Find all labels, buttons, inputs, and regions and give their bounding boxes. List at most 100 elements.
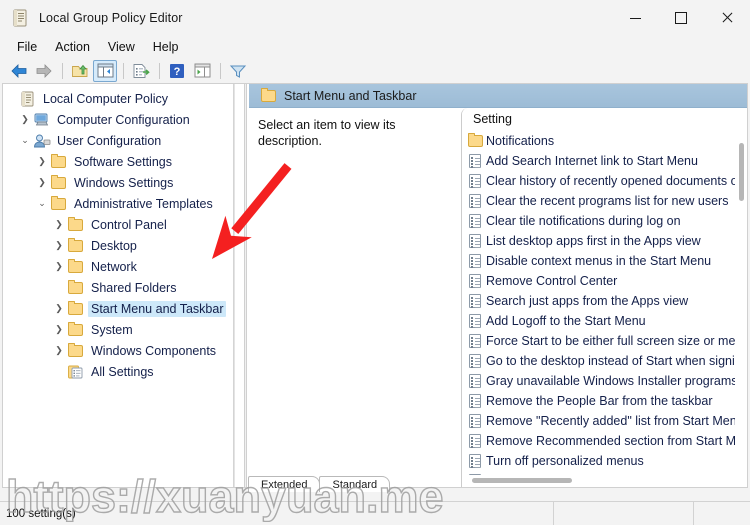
list-item-label: Remove Control Center bbox=[486, 274, 617, 288]
chevron-right-icon[interactable]: ❯ bbox=[51, 301, 67, 317]
policy-setting-icon bbox=[467, 453, 486, 469]
settings-list[interactable]: Notifications Add Search Internet link t… bbox=[462, 131, 736, 475]
settings-vertical-scrollbar[interactable] bbox=[735, 131, 748, 475]
policy-setting-icon bbox=[467, 313, 486, 329]
back-arrow-icon bbox=[10, 63, 28, 79]
help-button[interactable]: ? bbox=[165, 60, 189, 82]
list-item[interactable]: Force Start to be either full screen siz… bbox=[462, 331, 736, 351]
policy-document-icon bbox=[19, 91, 37, 107]
tree-item-software-settings[interactable]: ❯ Software Settings bbox=[3, 151, 233, 172]
list-item[interactable]: Remove the People Bar from the taskbar bbox=[462, 391, 736, 411]
list-item-label: Add Search Internet link to Start Menu bbox=[486, 154, 698, 168]
list-item[interactable]: Add Logoff to the Start Menu bbox=[462, 311, 736, 331]
chevron-right-icon[interactable]: ❯ bbox=[17, 112, 33, 128]
back-button[interactable] bbox=[7, 60, 31, 82]
list-item[interactable]: Notifications bbox=[462, 131, 736, 151]
list-item[interactable]: Clear the recent programs list for new u… bbox=[462, 191, 736, 211]
action-pane-icon bbox=[194, 63, 211, 78]
chevron-down-icon[interactable]: ⌄ bbox=[34, 196, 50, 212]
menu-item-help[interactable]: Help bbox=[144, 38, 188, 56]
tree-item-network[interactable]: ❯ Network bbox=[3, 256, 233, 277]
tree-item-windows-components[interactable]: ❯ Windows Components bbox=[3, 340, 233, 361]
list-item-label: Search just apps from the Apps view bbox=[486, 294, 688, 308]
show-action-pane-button[interactable] bbox=[190, 60, 214, 82]
list-item[interactable]: Remove "Recently added" list from Start … bbox=[462, 411, 736, 431]
chevron-right-icon[interactable]: ❯ bbox=[34, 154, 50, 170]
list-item[interactable]: Remove Recommended section from Start Me… bbox=[462, 431, 736, 451]
description-column: Select an item to view its description. bbox=[249, 108, 461, 487]
tree-item-user-configuration[interactable]: ⌄ User Configuration bbox=[3, 130, 233, 151]
tree-item-local-computer-policy[interactable]: › Local Computer Policy bbox=[3, 88, 233, 109]
list-item[interactable]: Add Search Internet link to Start Menu bbox=[462, 151, 736, 171]
menu-item-action[interactable]: Action bbox=[46, 38, 99, 56]
help-question-icon: ? bbox=[169, 63, 185, 79]
tree-item-all-settings[interactable]: ❯ All Settings bbox=[3, 361, 233, 382]
details-pane-title: Start Menu and Taskbar bbox=[284, 89, 416, 103]
list-item-label: Turn off personalized menus bbox=[486, 454, 644, 468]
settings-horizontal-scrollbar[interactable] bbox=[462, 475, 748, 487]
settings-column-header-label: Setting bbox=[473, 112, 512, 126]
settings-horizontal-scroll-thumb[interactable] bbox=[472, 478, 572, 483]
maximize-icon bbox=[675, 12, 687, 24]
console-tree-icon bbox=[97, 63, 114, 78]
chevron-right-icon[interactable]: ❯ bbox=[51, 217, 67, 233]
toolbar-separator bbox=[123, 63, 124, 79]
tree-item-start-menu-and-taskbar[interactable]: ❯ Start Menu and Taskbar bbox=[3, 298, 233, 319]
toolbar-separator bbox=[159, 63, 160, 79]
chevron-right-icon[interactable]: ❯ bbox=[51, 322, 67, 338]
tab-extended[interactable]: Extended bbox=[248, 476, 320, 492]
policy-setting-icon bbox=[467, 193, 486, 209]
folder-icon bbox=[67, 322, 85, 338]
tree-item-label: Windows Components bbox=[88, 343, 219, 359]
settings-vertical-scroll-thumb[interactable] bbox=[739, 143, 744, 201]
menu-item-view[interactable]: View bbox=[99, 38, 144, 56]
pane-splitter[interactable] bbox=[244, 84, 247, 487]
list-item[interactable]: Go to the desktop instead of Start when … bbox=[462, 351, 736, 371]
tree-item-windows-settings[interactable]: ❯ Windows Settings bbox=[3, 172, 233, 193]
list-item-label: Go to the desktop instead of Start when … bbox=[486, 354, 736, 368]
folder-icon bbox=[67, 343, 85, 359]
filter-button[interactable] bbox=[226, 60, 250, 82]
chevron-down-icon[interactable]: ⌄ bbox=[17, 133, 33, 149]
tree-item-label: All Settings bbox=[88, 364, 157, 380]
tree-item-shared-folders[interactable]: ❯ Shared Folders bbox=[3, 277, 233, 298]
up-one-level-button[interactable] bbox=[68, 60, 92, 82]
chevron-right-icon[interactable]: ❯ bbox=[51, 343, 67, 359]
tree-vertical-scrollbar[interactable] bbox=[234, 84, 243, 487]
tree-item-system[interactable]: ❯ System bbox=[3, 319, 233, 340]
tree-item-computer-configuration[interactable]: ❯ Computer Configuration bbox=[3, 109, 233, 130]
list-item[interactable]: Disable context menus in the Start Menu bbox=[462, 251, 736, 271]
tree-item-control-panel[interactable]: ❯ Control Panel bbox=[3, 214, 233, 235]
maximize-button[interactable] bbox=[658, 0, 704, 36]
list-item[interactable]: List desktop apps first in the Apps view bbox=[462, 231, 736, 251]
list-item[interactable]: Remove Control Center bbox=[462, 271, 736, 291]
tree-item-label: Windows Settings bbox=[71, 175, 176, 191]
list-item[interactable]: Turn off personalized menus bbox=[462, 451, 736, 471]
tree-item-administrative-templates[interactable]: ⌄ Administrative Templates bbox=[3, 193, 233, 214]
tab-standard[interactable]: Standard bbox=[319, 476, 390, 492]
chevron-right-icon[interactable]: ❯ bbox=[51, 238, 67, 254]
settings-column-header[interactable]: Setting bbox=[462, 108, 748, 131]
folder-icon bbox=[50, 175, 68, 191]
export-list-button[interactable] bbox=[129, 60, 153, 82]
list-item[interactable]: Search just apps from the Apps view bbox=[462, 291, 736, 311]
title-bar: Local Group Policy Editor bbox=[0, 0, 750, 36]
close-icon bbox=[721, 12, 733, 24]
chevron-right-icon[interactable]: ❯ bbox=[51, 259, 67, 275]
chevron-right-icon[interactable]: ❯ bbox=[34, 175, 50, 191]
toolbar-separator bbox=[62, 63, 63, 79]
tree-item-desktop[interactable]: ❯ Desktop bbox=[3, 235, 233, 256]
show-hide-tree-button[interactable] bbox=[93, 60, 117, 82]
list-item-label: Clear the recent programs list for new u… bbox=[486, 194, 728, 208]
folder-icon bbox=[50, 154, 68, 170]
policy-setting-icon bbox=[467, 413, 486, 429]
list-item[interactable]: Clear tile notifications during log on bbox=[462, 211, 736, 231]
list-item[interactable]: Gray unavailable Windows Installer progr… bbox=[462, 371, 736, 391]
tree-scroll-area[interactable]: › Local Computer Policy ❯ bbox=[3, 84, 233, 487]
close-button[interactable] bbox=[704, 0, 750, 36]
tree-item-label: Local Computer Policy bbox=[40, 91, 171, 107]
list-item[interactable]: Clear history of recently opened documen… bbox=[462, 171, 736, 191]
minimize-button[interactable] bbox=[612, 0, 658, 36]
forward-button[interactable] bbox=[32, 60, 56, 82]
menu-item-file[interactable]: File bbox=[8, 38, 46, 56]
